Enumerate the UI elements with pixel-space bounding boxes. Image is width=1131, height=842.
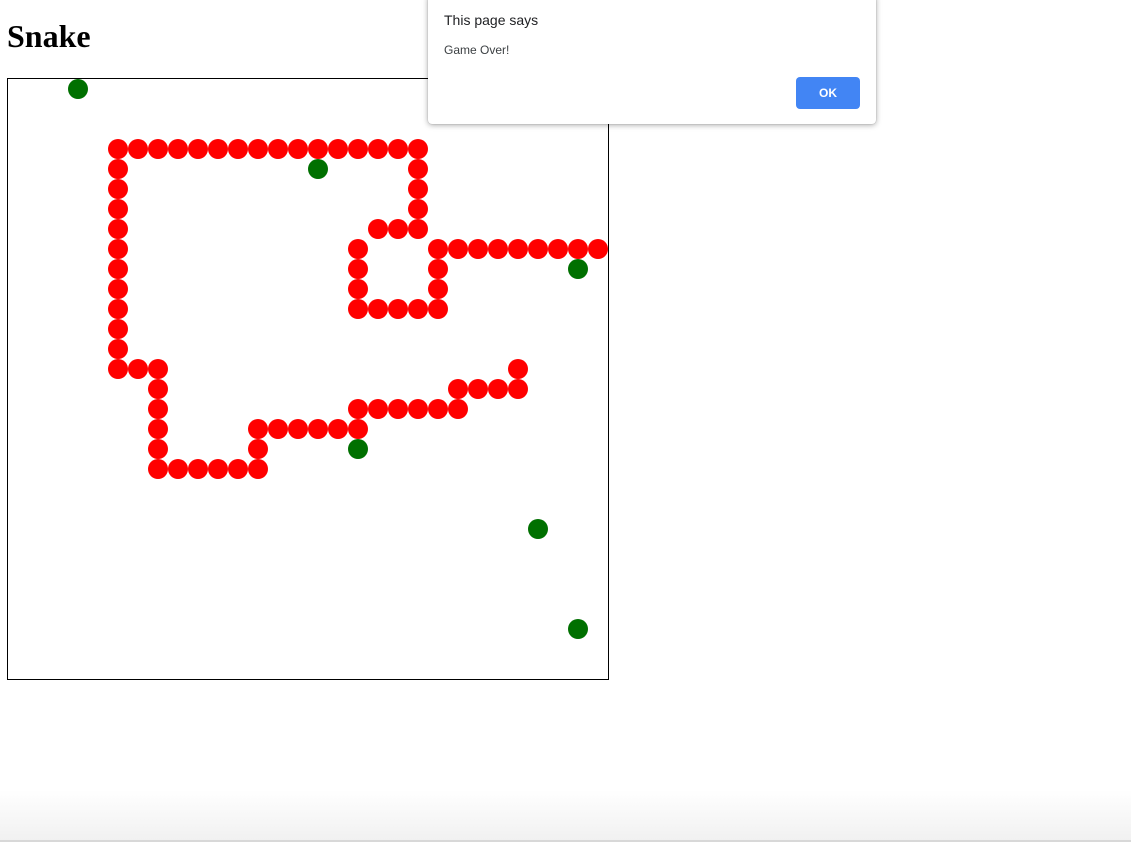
snake-segment (148, 139, 168, 159)
snake-segment (408, 159, 428, 179)
snake-segment (368, 219, 388, 239)
snake-segment (348, 259, 368, 279)
snake-segment (308, 139, 328, 159)
snake-segment (108, 359, 128, 379)
snake-segment (408, 299, 428, 319)
snake-segment (128, 359, 148, 379)
snake-segment (468, 239, 488, 259)
snake-segment (348, 419, 368, 439)
snake-segment (148, 379, 168, 399)
snake-segment (288, 139, 308, 159)
snake-segment (408, 139, 428, 159)
snake-segment (208, 459, 228, 479)
snake-segment (408, 199, 428, 219)
snake-segment (248, 439, 268, 459)
snake-segment (368, 299, 388, 319)
snake-segment (448, 399, 468, 419)
food-pellet (348, 439, 368, 459)
ok-button[interactable]: OK (796, 77, 860, 109)
snake-segment (488, 239, 508, 259)
browser-bottom-bar (0, 790, 1131, 842)
snake-segment (108, 219, 128, 239)
snake-segment (108, 179, 128, 199)
snake-segment (448, 379, 468, 399)
snake-segment (268, 139, 288, 159)
snake-segment (428, 399, 448, 419)
dialog-message: Game Over! (444, 43, 510, 57)
snake-segment (108, 279, 128, 299)
snake-segment (188, 139, 208, 159)
snake-segment (388, 399, 408, 419)
snake-segment (308, 419, 328, 439)
snake-segment (508, 239, 528, 259)
snake-segment (428, 299, 448, 319)
snake-segment (528, 239, 548, 259)
snake-segment (348, 399, 368, 419)
food-pellet (308, 159, 328, 179)
game-board[interactable] (7, 78, 609, 680)
snake-segment (168, 139, 188, 159)
snake-segment (148, 399, 168, 419)
snake-segment (148, 459, 168, 479)
snake-segment (168, 459, 188, 479)
snake-segment (288, 419, 308, 439)
snake-segment (228, 459, 248, 479)
snake-segment (108, 239, 128, 259)
snake-segment (408, 179, 428, 199)
snake-segment (588, 239, 608, 259)
snake-segment (108, 259, 128, 279)
alert-dialog: This page says Game Over! OK (428, 0, 876, 124)
snake-segment (328, 139, 348, 159)
snake-segment (408, 219, 428, 239)
snake-segment (148, 359, 168, 379)
snake-segment (328, 419, 348, 439)
snake-segment (128, 139, 148, 159)
snake-segment (428, 259, 448, 279)
snake-segment (368, 139, 388, 159)
snake-segment (248, 139, 268, 159)
game-canvas (68, 79, 608, 639)
snake-segment (188, 459, 208, 479)
snake-segment (148, 439, 168, 459)
snake-segment (208, 139, 228, 159)
snake-segment (448, 239, 468, 259)
food-pellet (68, 79, 88, 99)
snake-segment (108, 139, 128, 159)
snake-segment (428, 239, 448, 259)
snake-segment (368, 399, 388, 419)
snake-segment (348, 239, 368, 259)
page-title: Snake (7, 18, 91, 54)
snake-segment (388, 219, 408, 239)
snake-segment (108, 159, 128, 179)
food-pellet (568, 619, 588, 639)
food-pellet (528, 519, 548, 539)
snake-segment (248, 419, 268, 439)
snake-segment (428, 279, 448, 299)
snake-segment (468, 379, 488, 399)
snake-segment (388, 139, 408, 159)
snake-segment (508, 379, 528, 399)
snake-segment (388, 299, 408, 319)
snake-segment (548, 239, 568, 259)
snake-segment (348, 139, 368, 159)
snake-segment (108, 319, 128, 339)
snake-segment (268, 419, 288, 439)
snake-segment (108, 199, 128, 219)
snake-segment (508, 359, 528, 379)
snake-segment (108, 299, 128, 319)
snake-segment (348, 299, 368, 319)
snake-segment (348, 279, 368, 299)
snake-segment (108, 339, 128, 359)
snake-segment (228, 139, 248, 159)
food-pellet (568, 259, 588, 279)
snake-segment (568, 239, 588, 259)
snake-segment (408, 399, 428, 419)
dialog-title: This page says (444, 12, 539, 28)
snake-segment (248, 459, 268, 479)
snake-segment (148, 419, 168, 439)
snake-segment (488, 379, 508, 399)
